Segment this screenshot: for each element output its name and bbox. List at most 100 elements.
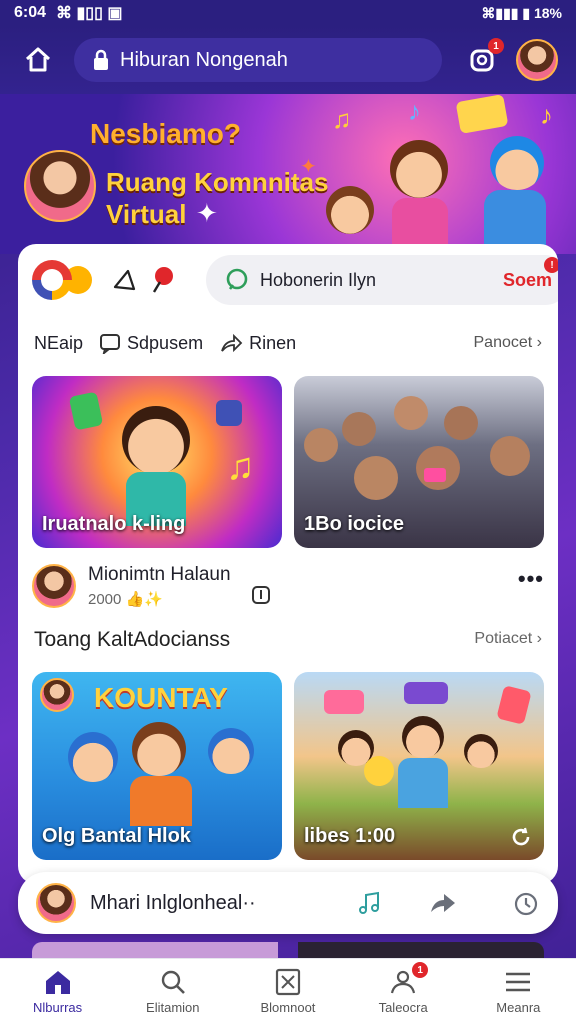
nav-item-home[interactable]: Nlburras <box>3 968 113 1015</box>
action-row: NEaip Sdpusem Rinen Panocet › <box>34 328 542 358</box>
person-photo <box>490 436 530 476</box>
chat-badge: ! <box>544 257 558 273</box>
page-title: Hiburan Nongenah <box>120 48 288 71</box>
brand-logo[interactable] <box>32 260 72 300</box>
save-icon[interactable] <box>250 584 272 606</box>
top-bar: Hiburan Nongenah 1 <box>0 26 576 94</box>
banner-title-line2: Virtual <box>106 199 187 229</box>
section-more-label: Potiacet <box>474 630 533 647</box>
nav-item-menu[interactable]: Meanra <box>463 968 573 1015</box>
cartoon-kid-image <box>490 136 544 190</box>
person-photo <box>444 406 478 440</box>
tile-caption: 1Bo iocice <box>304 513 405 535</box>
section-title: Toang KaltAdocianss <box>34 628 231 651</box>
nav-label: Meanra <box>496 1000 541 1015</box>
hero-banner[interactable]: ♫ ♪ ♪ ✦ ✦ Nesbiamo? Ruang Komnnitas Virt… <box>0 94 576 254</box>
share-icon <box>221 333 243 353</box>
nav-label: Taleocra <box>378 1000 428 1015</box>
cartoon-girl-image <box>122 406 190 474</box>
music-note-icon: ♫ <box>226 446 255 488</box>
music-note-icon[interactable] <box>356 889 384 917</box>
cartoon-kid-image <box>208 728 254 774</box>
nav-item-box[interactable]: Blomnoot <box>233 968 343 1015</box>
tile-caption: Iruatnalo k-ling <box>42 513 186 535</box>
mini-player-title: Mhari Inlglonheal·· <box>90 891 256 914</box>
content-tile[interactable]: KOUNTAY Olg Bantal Hlok <box>32 672 282 860</box>
home-button[interactable] <box>16 38 60 82</box>
phone-icon <box>68 391 104 431</box>
action-share[interactable]: Rinen <box>219 332 296 354</box>
open-chat-button[interactable]: Soem <box>503 270 552 291</box>
music-box-icon <box>216 400 242 426</box>
profile-avatar[interactable] <box>516 39 558 81</box>
search-icon <box>161 970 185 994</box>
tile-avatar <box>40 678 74 712</box>
content-tile[interactable]: 1Bo iocice <box>294 376 544 548</box>
timer-icon[interactable] <box>512 889 540 917</box>
person-photo <box>304 428 338 462</box>
mini-player[interactable]: Mhari Inlglonheal·· <box>18 872 558 934</box>
megaphone-icon[interactable] <box>110 265 140 295</box>
nav-badge: 1 <box>412 962 429 978</box>
cartoon-kid-image <box>464 734 498 768</box>
main-card: Hobonerin Ilyn Soem ! NEaip Sdpusem Rine… <box>18 244 558 884</box>
see-more-link[interactable]: Panocet › <box>474 334 543 352</box>
person-photo <box>394 396 428 430</box>
menu-icon <box>506 972 531 992</box>
refresh-icon[interactable] <box>510 826 532 848</box>
post-meta: 2000 👍✨ <box>88 591 163 608</box>
cartoon-kid-image <box>68 732 118 782</box>
banner-avatar <box>24 150 96 222</box>
person-photo <box>342 412 376 446</box>
nav-item-people[interactable]: 1 Taleocra <box>348 962 458 1015</box>
cartoon-kid-image <box>326 186 374 234</box>
chat-label: Hobonerin Ilyn <box>260 269 377 290</box>
chat-icon <box>226 268 248 290</box>
status-time: 6:04 <box>14 4 47 21</box>
music-note-icon: ♪ <box>408 96 421 126</box>
action-comment-label: Sdpusem <box>127 332 204 353</box>
notifications-button[interactable]: 1 <box>462 38 504 80</box>
tile-art-title: KOUNTAY <box>94 682 228 713</box>
comment-icon <box>100 334 121 354</box>
title-pill[interactable]: Hiburan Nongenah <box>74 38 442 82</box>
chat-bubble-icon <box>455 94 509 134</box>
chat-search-pill[interactable]: Hobonerin Ilyn Soem ! <box>206 255 558 305</box>
post-row[interactable]: Mionimtn Halaun 2000 👍✨ ••• <box>32 562 544 612</box>
status-icons-right: ⌘▮▮▮ ▮ 18% <box>481 4 562 21</box>
home-icon <box>25 47 51 72</box>
status-icons-left: ⌘ ▮▯▯ ▣ <box>56 5 123 22</box>
tile-caption: Olg Bantal Hlok <box>42 825 191 847</box>
chat-bubble-icon <box>404 682 448 704</box>
see-more-label: Panocet <box>473 334 533 351</box>
banner-title-line1: Ruang Komnnitas <box>106 167 329 197</box>
cartoon-kid-image <box>390 140 448 198</box>
banner-title: Ruang Komnnitas Virtual <box>106 166 328 230</box>
chat-bubble-icon <box>324 690 364 714</box>
action-nearby[interactable]: NEaip <box>34 333 83 354</box>
lock-icon <box>94 49 108 70</box>
nav-label: Elitamion <box>146 1000 200 1015</box>
phone-in-photo <box>424 468 446 482</box>
music-note-icon: ♪ <box>540 100 553 130</box>
nav-label: Blomnoot <box>260 1000 316 1015</box>
card-header: Hobonerin Ilyn Soem ! <box>32 254 558 306</box>
cartoon-kid-body <box>398 758 448 808</box>
post-author-avatar[interactable] <box>32 564 76 608</box>
music-note-icon: ♫ <box>332 104 352 134</box>
nav-item-search[interactable]: Elitamion <box>118 968 228 1015</box>
phone-icon <box>496 685 532 725</box>
content-tile[interactable]: ♫ Iruatnalo k-ling <box>32 376 282 548</box>
banner-question: Nesbiamo? <box>90 118 241 149</box>
action-comment[interactable]: Sdpusem <box>99 332 203 354</box>
home-icon <box>45 971 70 994</box>
content-tile[interactable]: libes 1:00 <box>294 672 544 860</box>
section-more-link[interactable]: Potiacet › <box>474 630 542 648</box>
more-options-icon[interactable]: ••• <box>518 566 544 592</box>
action-share-label: Rinen <box>249 332 297 353</box>
post-author: Mionimtn Halaun <box>88 564 231 585</box>
mini-player-avatar <box>36 883 76 923</box>
forward-icon[interactable] <box>428 890 458 916</box>
pin-icon[interactable] <box>148 264 178 296</box>
tile-caption: libes 1:00 <box>304 825 396 847</box>
